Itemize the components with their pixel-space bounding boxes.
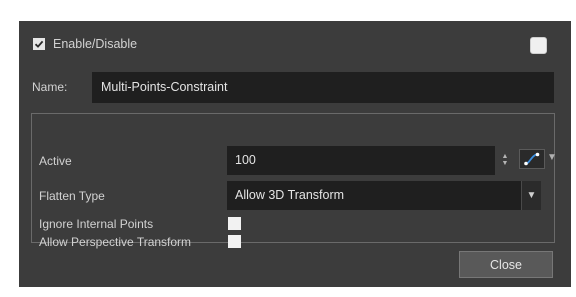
ignore-internal-points-checkbox[interactable] [228,217,241,230]
name-field[interactable]: Multi-Points-Constraint [92,72,554,103]
enable-checkbox[interactable] [33,38,45,50]
function-curve-icon [524,152,540,166]
chevron-down-icon[interactable]: ▼ [521,181,541,210]
active-label: Active [39,154,72,168]
function-button[interactable] [519,149,545,169]
enable-disable-row[interactable]: Enable/Disable [33,37,137,51]
parameters-group: Active 100 ▲ ▼ ▼ Flatten Type Allow 3D Tr… [31,113,557,249]
active-field[interactable]: 100 [227,146,495,175]
close-button[interactable]: Close [459,251,553,278]
spinner-arrows-icon[interactable]: ▲ ▼ [501,153,509,167]
checkmark-icon [34,40,44,48]
layer-properties-dialog: Enable/Disable Name: Multi-Points-Constr… [19,21,571,287]
ignore-internal-points-label: Ignore Internal Points [39,217,154,231]
allow-perspective-transform-label: Allow Perspective Transform [39,235,192,249]
allow-perspective-transform-checkbox[interactable] [228,235,241,248]
chevron-down-icon[interactable]: ▼ [547,152,557,163]
enable-label: Enable/Disable [53,37,138,51]
name-label: Name: [32,80,68,94]
flatten-type-dropdown[interactable]: Allow 3D Transform [227,181,539,210]
color-swatch-button[interactable] [530,37,547,54]
flatten-type-label: Flatten Type [39,189,105,203]
